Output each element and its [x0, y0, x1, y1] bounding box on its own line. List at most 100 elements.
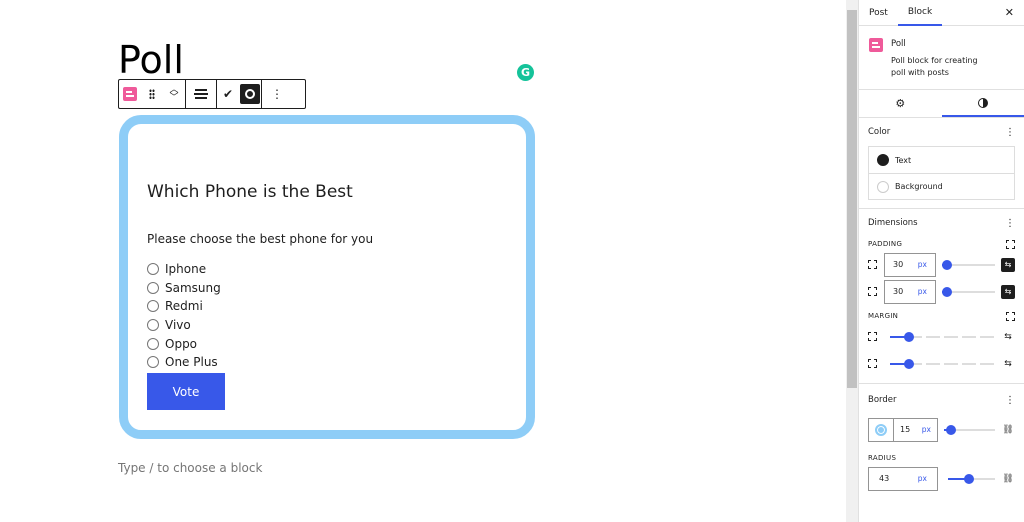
link-icon[interactable]: ⛓ [1001, 474, 1015, 484]
unit-select[interactable]: px [918, 474, 927, 483]
slider-knob[interactable] [964, 473, 974, 484]
check-button[interactable]: ✔ [217, 80, 239, 108]
padding-horizontal-slider[interactable] [942, 286, 995, 297]
vertical-sides-icon [868, 332, 877, 341]
poll-option[interactable]: Samsung [147, 279, 221, 298]
settings-sidebar: Post Block ✕ Poll Poll block for creatin… [858, 0, 1024, 522]
block-appender-placeholder[interactable]: Type / to choose a block [118, 461, 262, 475]
color-item-label: Text [895, 155, 912, 165]
slider-knob[interactable] [904, 331, 914, 342]
poll-block-icon [123, 87, 137, 101]
tab-post[interactable]: Post [859, 0, 898, 26]
border-color-picker[interactable] [868, 417, 894, 442]
poll-option[interactable]: One Plus [147, 353, 221, 372]
padding-vertical-input[interactable]: 30 px [884, 252, 936, 277]
dimensions-panel: Dimensions ⋮ PADDING 30 px ⇆ 30 px ⇆ MARGI… [859, 209, 1024, 384]
all-sides-icon[interactable] [1006, 311, 1015, 321]
radio-button[interactable] [147, 300, 159, 313]
vote-button[interactable]: Vote [147, 373, 225, 410]
input-value: 15 [900, 425, 911, 434]
canvas-scrollbar[interactable] [846, 0, 858, 522]
align-button[interactable] [186, 80, 216, 108]
toolbar-block-group: ︿ ﹀ [119, 80, 186, 108]
inspector-tabs: ⚙ [859, 90, 1024, 118]
unit-select[interactable]: px [918, 287, 927, 296]
poll-option[interactable]: Iphone [147, 260, 221, 279]
poll-option[interactable]: Redmi [147, 297, 221, 316]
sliders-icon: ⇆ [1004, 287, 1012, 296]
tab-styles[interactable] [941, 90, 1024, 117]
poll-block[interactable]: Which Phone is the Best Please choose th… [119, 115, 535, 439]
radio-button[interactable] [147, 356, 159, 369]
circle-style-button[interactable] [239, 80, 261, 108]
border-width-input[interactable]: 15 px [894, 417, 938, 442]
chevron-down-icon[interactable]: ﹀ [169, 94, 178, 103]
unit-select[interactable]: px [918, 260, 927, 269]
radius-slider[interactable] [948, 473, 995, 484]
padding-vertical-slider[interactable] [942, 259, 995, 270]
sliders-icon[interactable]: ⇆ [1001, 332, 1015, 342]
margin-label-text: MARGIN [868, 312, 899, 320]
drag-handle[interactable] [141, 80, 163, 108]
border-color-swatch [875, 423, 887, 436]
grammarly-icon[interactable]: G [517, 64, 534, 81]
color-item-label: Background [895, 182, 943, 191]
sidebar-tabs: Post Block ✕ [859, 0, 1024, 26]
slider-knob[interactable] [946, 424, 956, 435]
move-buttons[interactable]: ︿ ﹀ [163, 80, 185, 108]
color-swatch [877, 180, 889, 193]
block-card: Poll Poll block for creating poll with p… [859, 26, 1024, 90]
slider-knob[interactable] [904, 358, 914, 369]
horizontal-sides-icon [868, 359, 877, 368]
color-item-text[interactable]: Text [869, 147, 1014, 173]
custom-size-toggle[interactable]: ⇆ [1001, 284, 1015, 299]
block-type-button[interactable] [119, 80, 141, 108]
custom-size-toggle[interactable]: ⇆ [1001, 257, 1015, 272]
unit-select[interactable]: px [922, 425, 931, 434]
check-icon: ✔ [222, 87, 234, 101]
close-icon[interactable]: ✕ [1005, 6, 1014, 19]
padding-label: PADDING [868, 237, 1015, 251]
contrast-icon [977, 97, 988, 108]
poll-block-icon [869, 38, 883, 52]
all-sides-icon[interactable] [1006, 239, 1015, 249]
sliders-icon[interactable]: ⇆ [1001, 359, 1015, 369]
poll-option[interactable]: Vivo [147, 316, 221, 335]
radius-input[interactable]: 43 px [868, 466, 938, 491]
post-title[interactable]: Poll [118, 38, 184, 82]
panel-title: Dimensions [868, 218, 918, 228]
radio-button[interactable] [147, 263, 159, 276]
vertical-dots-icon[interactable]: ⋮ [1005, 127, 1015, 138]
tab-block[interactable]: Block [897, 0, 943, 26]
radius-row: 43 px ⛓ [868, 465, 1015, 492]
border-width-slider[interactable] [944, 424, 995, 435]
color-item-background[interactable]: Background [869, 173, 1014, 199]
margin-vertical-slider[interactable] [890, 331, 995, 342]
grip-icon [149, 89, 155, 99]
poll-options: Iphone Samsung Redmi Vivo Oppo One Plus [147, 260, 221, 372]
tab-settings[interactable]: ⚙ [859, 90, 942, 117]
slider-knob[interactable] [942, 286, 952, 297]
vertical-dots-icon[interactable]: ⋮ [1005, 395, 1015, 406]
margin-horizontal-slider[interactable] [890, 358, 995, 369]
radio-button[interactable] [147, 319, 159, 332]
option-label: Redmi [165, 299, 203, 314]
link-icon[interactable]: ⛓ [1001, 425, 1015, 435]
gear-icon: ⚙ [895, 97, 906, 110]
scroll-thumb[interactable] [847, 10, 857, 388]
input-value: 30 [893, 287, 904, 296]
option-label: Oppo [165, 336, 198, 351]
slider-knob[interactable] [942, 259, 952, 270]
more-options-button[interactable]: ⋮ [262, 80, 292, 108]
block-toolbar: ︿ ﹀ ✔ ⋮ [118, 79, 306, 109]
margin-horizontal-row: ⇆ [868, 350, 1015, 377]
color-swatch [877, 154, 889, 166]
poll-question: Which Phone is the Best [147, 182, 353, 202]
padding-horizontal-input[interactable]: 30 px [884, 279, 936, 304]
radio-button[interactable] [147, 281, 159, 294]
vertical-dots-icon[interactable]: ⋮ [1005, 218, 1015, 229]
padding-vertical-row: 30 px ⇆ [868, 251, 1015, 278]
poll-option[interactable]: Oppo [147, 334, 221, 353]
radio-button[interactable] [147, 337, 159, 350]
editor-canvas: Poll ︿ ﹀ ✔ ⋮ G Which Phone is the Best Pl… [0, 0, 846, 522]
